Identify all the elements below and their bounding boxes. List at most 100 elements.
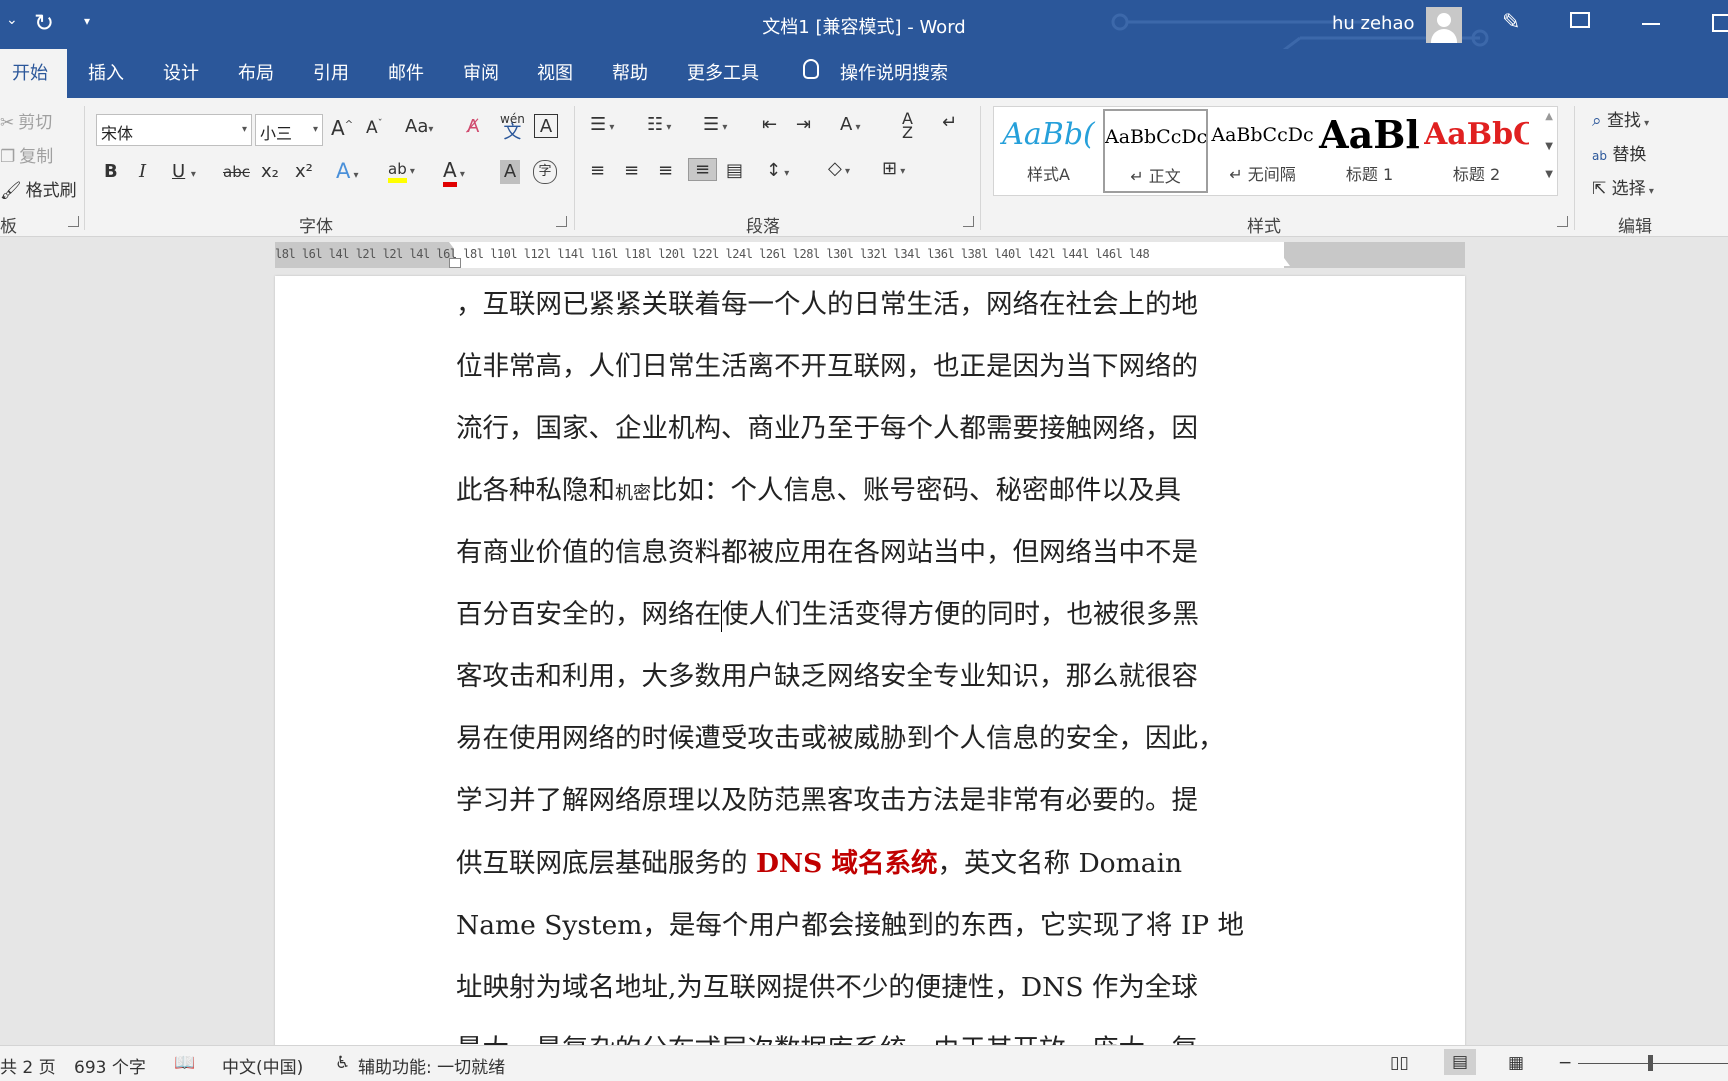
left-indent-marker-icon[interactable] xyxy=(449,258,461,268)
show-marks-icon[interactable]: ↵ xyxy=(942,112,957,133)
center-icon[interactable]: ≡ xyxy=(624,160,639,181)
accessibility-status[interactable]: 辅助功能: 一切就绪 xyxy=(358,1053,505,1078)
font-launcher-icon[interactable] xyxy=(556,216,567,227)
web-layout-icon[interactable]: ▦ xyxy=(1508,1053,1524,1073)
horizontal-ruler[interactable]: l8l l6l l4l l2l l2l l4l l6l l8l l10l l12… xyxy=(275,242,1465,268)
tab-insert[interactable]: 插入 xyxy=(75,49,137,98)
tab-design[interactable]: 设计 xyxy=(150,49,212,98)
shading-icon[interactable]: ◇ ▾ xyxy=(828,158,850,179)
text-direction-icon[interactable]: A ▾ xyxy=(840,114,861,135)
cut-button[interactable]: ✂ 剪切 xyxy=(0,108,52,133)
style-a-sample: AaBb( xyxy=(1002,117,1095,152)
pen-icon[interactable]: ✎ xyxy=(1502,10,1520,35)
align-left-icon[interactable]: ≡ xyxy=(590,160,605,181)
first-line-indent-marker-icon[interactable] xyxy=(449,242,461,250)
style-heading-1[interactable]: AaBl 标题 1 xyxy=(1317,109,1422,193)
search-icon: ⌕ xyxy=(1592,111,1602,131)
tab-view[interactable]: 视图 xyxy=(524,49,586,98)
underline-label: U xyxy=(172,161,186,182)
font-size-input[interactable]: 小三 ▾ xyxy=(255,114,323,146)
highlight-label: ab xyxy=(388,160,407,183)
replace-button[interactable]: ab 替换 xyxy=(1592,140,1646,165)
zoom-slider[interactable] xyxy=(1578,1063,1728,1064)
increase-indent-icon[interactable]: ⇥ xyxy=(796,114,811,135)
subscript-button[interactable]: x₂ xyxy=(261,161,279,182)
zoom-out-icon[interactable]: − xyxy=(1558,1053,1572,1073)
superscript-button[interactable]: x² xyxy=(295,161,313,182)
style-a[interactable]: AaBb( 样式A xyxy=(996,109,1101,193)
decrease-indent-icon[interactable]: ⇤ xyxy=(762,114,777,135)
numbering-icon[interactable]: ☷ ▾ xyxy=(647,114,671,135)
styles-launcher-icon[interactable] xyxy=(1557,216,1568,227)
justify-icon[interactable]: ≡ xyxy=(688,158,718,181)
copy-button[interactable]: ❐ 复制 xyxy=(0,142,53,167)
maximize-icon[interactable] xyxy=(1712,14,1728,32)
style-normal[interactable]: AaBbCcDc ↵ 正文 xyxy=(1103,109,1208,193)
clear-format-icon[interactable]: A̸ xyxy=(467,116,479,137)
tab-more-tools[interactable]: 更多工具 xyxy=(674,49,772,98)
divider xyxy=(980,106,981,230)
text-line: ，互联网已紧紧关联着每一个人的日常生活，网络在社会上的地 xyxy=(456,289,1198,320)
enclose-characters-icon[interactable]: 字 xyxy=(533,160,557,184)
page-count[interactable]: 共 2 页 xyxy=(0,1053,56,1078)
tab-help[interactable]: 帮助 xyxy=(599,49,661,98)
ribbon-display-icon[interactable] xyxy=(1570,12,1590,28)
sort-icon[interactable]: AZ xyxy=(902,111,913,141)
gallery-more-icon[interactable]: ▼ xyxy=(1545,169,1553,180)
tab-mailings[interactable]: 邮件 xyxy=(375,49,437,98)
text-effects-icon[interactable]: A ▾ xyxy=(336,159,359,183)
select-button[interactable]: ⇱ 选择 ▾ xyxy=(1592,174,1654,199)
bold-button[interactable]: B xyxy=(104,161,118,182)
read-mode-icon[interactable]: ▯▯ xyxy=(1390,1053,1409,1073)
format-painter-button[interactable]: 🖌 格式刷 xyxy=(0,176,77,201)
distributed-icon[interactable]: ▤ xyxy=(726,160,743,181)
underline-button[interactable]: U ▾ xyxy=(172,161,196,182)
grow-font-icon[interactable]: A^ xyxy=(331,116,353,140)
tab-layout[interactable]: 布局 xyxy=(225,49,287,98)
borders-icon[interactable]: ⊞ ▾ xyxy=(882,158,905,179)
cursor-icon: ⇱ xyxy=(1592,179,1607,199)
tab-home[interactable]: 开始 xyxy=(0,49,67,98)
right-indent-marker-icon[interactable] xyxy=(1278,258,1290,266)
minimize-icon[interactable] xyxy=(1642,23,1660,25)
style-no-spacing-name: ↵ 无间隔 xyxy=(1229,165,1296,184)
zoom-slider-thumb[interactable] xyxy=(1648,1055,1653,1071)
style-no-spacing[interactable]: AaBbCcDc ↵ 无间隔 xyxy=(1210,109,1315,193)
change-case-button[interactable]: Aa▾ xyxy=(405,116,433,137)
character-shading-icon[interactable]: A xyxy=(500,160,520,184)
style-heading-2[interactable]: AaBbC 标题 2 xyxy=(1424,109,1529,193)
tab-references[interactable]: 引用 xyxy=(300,49,362,98)
tell-me-search[interactable]: 操作说明搜索 xyxy=(827,49,961,98)
text-line: 客攻击和利用，大多数用户缺乏网络安全专业知识，那么就很容 xyxy=(456,661,1198,692)
multilevel-list-icon[interactable]: ☰ ▾ xyxy=(703,114,727,135)
line-spacing-icon[interactable]: ↕ ▾ xyxy=(766,160,789,181)
font-color-button[interactable]: A ▾ xyxy=(443,158,465,187)
format-painter-label: 格式刷 xyxy=(25,181,77,201)
proofing-icon[interactable]: 📖 xyxy=(174,1053,195,1073)
shrink-font-icon[interactable]: Aˇ xyxy=(366,118,383,138)
print-layout-icon[interactable]: ▤ xyxy=(1444,1049,1477,1075)
pinyin-guide-icon[interactable]: wén 文 xyxy=(500,112,525,142)
copy-label: 复制 xyxy=(19,147,54,167)
word-count[interactable]: 693 个字 xyxy=(74,1053,146,1078)
character-border-icon[interactable]: A xyxy=(534,114,558,138)
find-button[interactable]: ⌕ 查找 ▾ xyxy=(1592,106,1649,131)
window-title: 文档1 [兼容模式] - Word xyxy=(762,17,966,38)
text-line: 此各种私隐和机密比如：个人信息、账号密码、秘密邮件以及具 xyxy=(456,471,1181,511)
user-name[interactable]: hu zehao xyxy=(1332,13,1415,34)
gallery-up-icon[interactable]: ▲ xyxy=(1545,111,1553,122)
avatar[interactable] xyxy=(1426,7,1462,43)
italic-button[interactable]: I xyxy=(139,161,146,182)
tab-review[interactable]: 审阅 xyxy=(450,49,512,98)
style-normal-sample: AaBbCcDc xyxy=(1105,126,1206,148)
gallery-down-icon[interactable]: ▼ xyxy=(1545,141,1553,152)
language[interactable]: 中文(中国) xyxy=(222,1053,303,1078)
highlight-color-button[interactable]: ab ▾ xyxy=(388,158,415,183)
bullets-icon[interactable]: ☰ ▾ xyxy=(590,114,614,135)
font-name-input[interactable]: 宋体 ▾ xyxy=(96,114,252,146)
strikethrough-button[interactable]: abc xyxy=(223,163,250,181)
paragraph-launcher-icon[interactable] xyxy=(963,216,974,227)
align-right-icon[interactable]: ≡ xyxy=(658,160,673,181)
text-line: 有商业价值的信息资料都被应用在各网站当中，但网络当中不是 xyxy=(456,537,1198,568)
clipboard-launcher-icon[interactable] xyxy=(68,216,79,227)
